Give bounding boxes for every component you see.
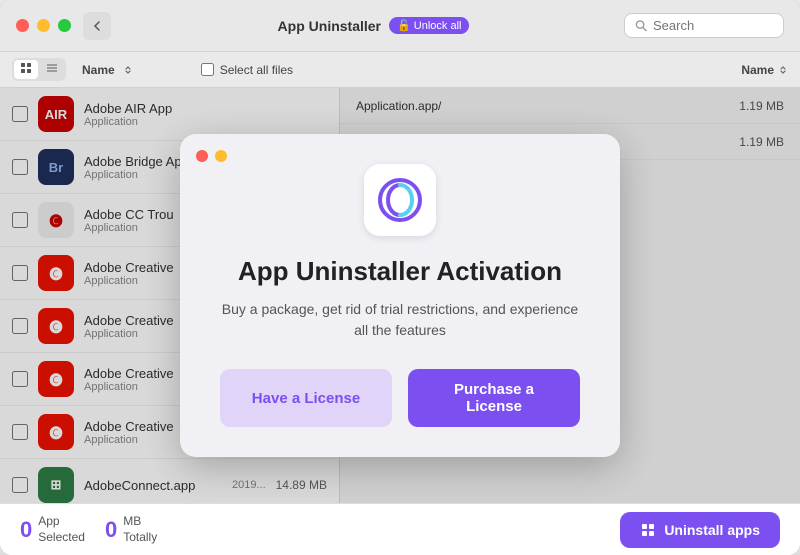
uninstall-button[interactable]: Uninstall apps [620, 512, 780, 548]
mb-stat: 0 MBTotally [105, 514, 157, 545]
content-area: AIR Adobe AIR App Application Br Adobe B… [0, 88, 800, 503]
select-all-checkbox[interactable] [201, 63, 214, 76]
back-button[interactable] [83, 12, 111, 40]
search-input[interactable] [653, 18, 773, 33]
col-header-left: Name Select all files [12, 58, 741, 81]
titlebar: App Uninstaller 🔓 Unlock all [0, 0, 800, 52]
view-btn-list[interactable] [40, 60, 64, 79]
have-license-button[interactable]: Have a License [220, 369, 392, 427]
modal-traffic-lights [196, 150, 227, 162]
modal-subtitle: Buy a package, get rid of trial restrict… [220, 299, 580, 341]
view-toggle [12, 58, 66, 81]
minimize-button[interactable] [37, 19, 50, 32]
app-count: 0 [20, 517, 32, 543]
statusbar: 0 AppSelected 0 MBTotally Uninstall apps [0, 503, 800, 555]
close-button[interactable] [16, 19, 29, 32]
uninstall-icon [640, 522, 656, 538]
uninstall-label: Uninstall apps [664, 522, 760, 538]
modal-close[interactable] [196, 150, 208, 162]
name-column-header: Name [82, 63, 115, 77]
maximize-button[interactable] [58, 19, 71, 32]
main-window: App Uninstaller 🔓 Unlock all [0, 0, 800, 555]
col-header-right: Name [741, 63, 788, 77]
modal-logo [364, 164, 436, 236]
view-btn-grid[interactable] [14, 60, 38, 79]
mb-label: MBTotally [123, 514, 157, 545]
modal-overlay: App Uninstaller Activation Buy a package… [0, 88, 800, 503]
mb-count: 0 [105, 517, 117, 543]
unlock-badge[interactable]: 🔓 Unlock all [389, 17, 469, 34]
modal-title: App Uninstaller Activation [238, 256, 562, 287]
search-icon [635, 19, 647, 32]
select-all-container: Select all files [201, 63, 293, 77]
app-title: App Uninstaller [278, 18, 381, 34]
sort-right-icon [778, 65, 788, 75]
unlock-label: 🔓 Unlock all [397, 19, 461, 32]
app-selected-label: AppSelected [38, 514, 85, 545]
title-center: App Uninstaller 🔓 Unlock all [123, 17, 624, 34]
search-bar[interactable] [624, 13, 784, 38]
modal-buttons: Have a License Purchase a License [220, 369, 580, 427]
select-all-label: Select all files [220, 63, 293, 77]
sort-icon [123, 65, 133, 75]
window-controls [16, 19, 71, 32]
modal-minimize[interactable] [215, 150, 227, 162]
app-logo-icon [375, 175, 425, 225]
activation-modal: App Uninstaller Activation Buy a package… [180, 134, 620, 457]
right-col-name: Name [741, 63, 774, 77]
purchase-license-button[interactable]: Purchase a License [408, 369, 580, 427]
app-selected-stat: 0 AppSelected [20, 514, 85, 545]
column-header: Name Select all files Name [0, 52, 800, 88]
